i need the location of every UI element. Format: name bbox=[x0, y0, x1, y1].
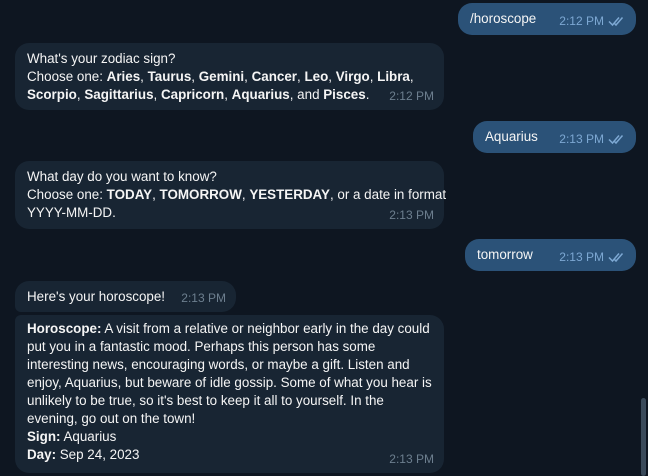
day-option: TOMORROW bbox=[159, 187, 242, 202]
message-meta: 2:13 PM bbox=[181, 289, 226, 307]
message-line: Horoscope: A visit from a relative or ne… bbox=[27, 320, 432, 338]
outgoing-message[interactable]: Aquarius 2:13 PM bbox=[473, 121, 636, 153]
message-time: 2:13 PM bbox=[181, 291, 226, 305]
sign-option: Gemini bbox=[198, 69, 245, 84]
message-line: put you in a fantastic mood. Perhaps thi… bbox=[27, 339, 376, 354]
message-time: 2:13 PM bbox=[559, 132, 604, 146]
sign-option: Scorpio bbox=[27, 87, 77, 102]
field-value: Aquarius bbox=[60, 429, 117, 444]
message-line: Choose one: Aries, Taurus, Gemini, Cance… bbox=[27, 69, 414, 84]
message-time: 2:12 PM bbox=[389, 89, 434, 103]
text-fragment: Choose one: bbox=[27, 69, 107, 84]
outgoing-message[interactable]: tomorrow 2:13 PM bbox=[465, 239, 636, 271]
sign-option: Sagittarius bbox=[84, 87, 154, 102]
message-line: evening, go out on the town! bbox=[27, 411, 196, 426]
incoming-message[interactable]: Horoscope: A visit from a relative or ne… bbox=[15, 315, 444, 473]
scrollbar-thumb[interactable] bbox=[641, 398, 646, 476]
sign-option: Capricorn bbox=[160, 87, 225, 102]
message-time: 2:13 PM bbox=[389, 452, 434, 466]
day-option: TODAY bbox=[106, 187, 153, 202]
incoming-message[interactable]: Here's your horoscope! 2:13 PM bbox=[15, 281, 236, 312]
message-text: /horoscope bbox=[470, 11, 537, 26]
message-time: 2:13 PM bbox=[389, 208, 434, 222]
field-label: Day: bbox=[27, 447, 57, 462]
text-fragment: and bbox=[297, 87, 320, 102]
sign-option: Cancer bbox=[251, 69, 297, 84]
double-check-icon bbox=[608, 133, 626, 145]
message-line: What's your zodiac sign? bbox=[27, 51, 176, 66]
message-line: Sign: Aquarius bbox=[27, 428, 432, 446]
message-line: enjoy, Aquarius, but beware of idle goss… bbox=[27, 375, 432, 390]
message-text: Aquarius bbox=[485, 129, 538, 144]
field-label: Horoscope: bbox=[27, 321, 102, 336]
text-fragment: A visit from a relative or neighbor earl… bbox=[101, 321, 430, 336]
message-meta: 2:13 PM bbox=[389, 206, 434, 224]
message-meta: 2:13 PM bbox=[559, 248, 626, 266]
message-time: 2:13 PM bbox=[559, 250, 604, 264]
message-meta: 2:13 PM bbox=[559, 130, 626, 148]
message-line: Scorpio, Sagittarius, Capricorn, Aquariu… bbox=[27, 87, 370, 102]
sign-option: Virgo bbox=[335, 69, 370, 84]
outgoing-message[interactable]: /horoscope 2:12 PM bbox=[458, 3, 636, 35]
sign-option: Pisces bbox=[323, 87, 366, 102]
sign-option: Aquarius bbox=[231, 87, 290, 102]
message-meta: 2:12 PM bbox=[389, 87, 434, 105]
message-line: Choose one: TODAY, TOMORROW, YESTERDAY, … bbox=[27, 187, 447, 202]
sign-option: Leo bbox=[304, 69, 329, 84]
sign-option: Libra bbox=[377, 69, 410, 84]
message-line: interesting news, encouraging words, or … bbox=[27, 357, 410, 372]
text-fragment: Choose one: bbox=[27, 187, 107, 202]
message-line: YYYY-MM-DD. bbox=[27, 205, 116, 220]
incoming-message[interactable]: What day do you want to know? Choose one… bbox=[15, 161, 447, 229]
sign-option: Taurus bbox=[147, 69, 192, 84]
message-line: What day do you want to know? bbox=[27, 169, 217, 184]
message-line: unlikely to be true, so it's best to kee… bbox=[27, 393, 384, 408]
message-time: 2:12 PM bbox=[559, 14, 604, 28]
message-meta: 2:12 PM bbox=[559, 12, 626, 30]
double-check-icon bbox=[608, 251, 626, 263]
chat-history[interactable]: /horoscope 2:12 PM What's your zodiac si… bbox=[0, 0, 638, 476]
scrollbar[interactable] bbox=[638, 0, 648, 476]
message-meta: 2:13 PM bbox=[389, 450, 434, 468]
field-value: Sep 24, 2023 bbox=[56, 447, 140, 462]
text-fragment: , or a date in format bbox=[329, 187, 447, 202]
incoming-message[interactable]: What's your zodiac sign? Choose one: Ari… bbox=[15, 43, 444, 110]
message-text: Here's your horoscope! bbox=[27, 289, 166, 304]
sign-option: Aries bbox=[106, 69, 141, 84]
field-label: Sign: bbox=[27, 429, 61, 444]
double-check-icon bbox=[608, 15, 626, 27]
message-text: tomorrow bbox=[477, 247, 533, 262]
message-line: Day: Sep 24, 2023 bbox=[27, 446, 432, 464]
day-option: YESTERDAY bbox=[249, 187, 330, 202]
